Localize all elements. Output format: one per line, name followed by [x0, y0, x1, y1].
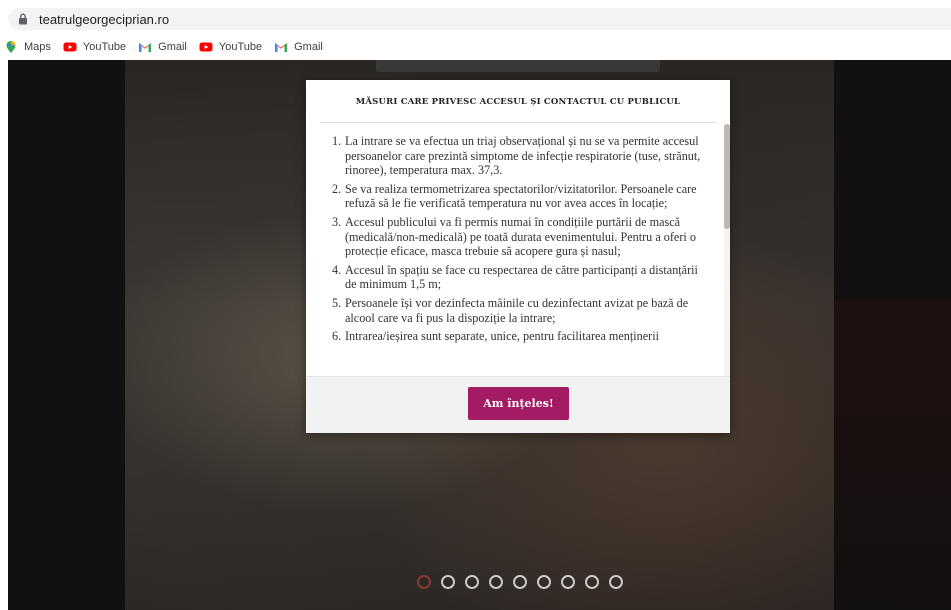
bookmark-label: YouTube: [218, 41, 263, 53]
list-item: 2. Se va realiza termometrizarea spectat…: [332, 182, 712, 211]
header-bar: [376, 60, 660, 72]
modal-body[interactable]: 1. La intrare se va efectua un triaj obs…: [306, 124, 730, 376]
bookmark-youtube[interactable]: YouTube: [63, 40, 126, 54]
slider-dot[interactable]: [441, 575, 455, 589]
list-number: 5.: [332, 295, 342, 310]
maps-icon: [6, 41, 16, 53]
list-number: 2.: [332, 181, 342, 196]
list-number: 6.: [332, 329, 342, 344]
list-text: Intrarea/ieșirea sunt separate, unice, p…: [345, 329, 660, 344]
bookmark-label: Gmail: [294, 41, 323, 53]
covid-rules-modal: MĂSURI CARE PRIVESC ACCESUL ȘI CONTACTUL…: [306, 80, 730, 433]
url-text: teatrulgeorgeciprian.ro: [39, 11, 170, 27]
youtube-icon: [63, 42, 77, 52]
youtube-icon: [199, 42, 213, 52]
slider-dot[interactable]: [417, 575, 431, 589]
modal-footer: Am înțeles!: [306, 376, 730, 433]
list-item: 1. La intrare se va efectua un triaj obs…: [332, 134, 712, 178]
bookmarks-bar: Maps YouTube Gmail YouTube Gmail: [0, 37, 951, 57]
list-number: 1.: [332, 134, 342, 148]
scroll-fade: [306, 356, 730, 376]
gmail-icon: [275, 43, 288, 52]
slider-dots: [417, 575, 623, 589]
gmail-icon: [139, 43, 152, 52]
bookmark-label: YouTube: [82, 41, 127, 53]
list-text: La intrare se va efectua un triaj observ…: [345, 134, 701, 178]
scrollbar-thumb[interactable]: [724, 124, 730, 229]
list-text: Accesul publicului va fi permis numai în…: [345, 214, 696, 259]
bookmark-gmail[interactable]: Gmail: [274, 40, 323, 54]
slider-dot[interactable]: [585, 575, 599, 589]
rules-list: 1. La intrare se va efectua un triaj obs…: [332, 134, 712, 348]
list-item: 4. Accesul în spațiu se face cu respecta…: [332, 263, 712, 292]
accept-button[interactable]: Am înțeles!: [468, 387, 569, 420]
slider-dot[interactable]: [561, 575, 575, 589]
list-number: 3.: [332, 214, 342, 229]
bookmark-maps[interactable]: Maps: [4, 40, 51, 54]
list-text: Se va realiza termometrizarea spectatori…: [345, 181, 697, 211]
slider-dot[interactable]: [609, 575, 623, 589]
address-bar[interactable]: teatrulgeorgeciprian.ro: [8, 8, 951, 30]
bookmark-label: Maps: [24, 41, 51, 53]
curtain-shadow: [834, 300, 951, 610]
list-item: 6. Intrarea/ieșirea sunt separate, unice…: [332, 329, 712, 344]
list-item: 3. Accesul publicului va fi permis numai…: [332, 215, 712, 259]
list-item: 5. Persoanele își vor dezinfecta mâinile…: [332, 296, 712, 325]
list-text: Persoanele își vor dezinfecta mâinile cu…: [345, 295, 689, 325]
bookmark-label: Gmail: [158, 41, 187, 53]
bookmark-gmail[interactable]: Gmail: [138, 40, 187, 54]
list-text: Accesul în spațiu se face cu respectarea…: [345, 262, 698, 292]
slider-dot[interactable]: [537, 575, 551, 589]
left-margin: [8, 60, 125, 610]
bookmark-youtube[interactable]: YouTube: [199, 40, 262, 54]
slider-dot[interactable]: [513, 575, 527, 589]
divider: [320, 122, 716, 123]
lock-icon: [19, 13, 27, 25]
modal-title: MĂSURI CARE PRIVESC ACCESUL ȘI CONTACTUL…: [355, 97, 681, 107]
slider-dot[interactable]: [489, 575, 503, 589]
list-number: 4.: [332, 262, 342, 277]
slider-dot[interactable]: [465, 575, 479, 589]
